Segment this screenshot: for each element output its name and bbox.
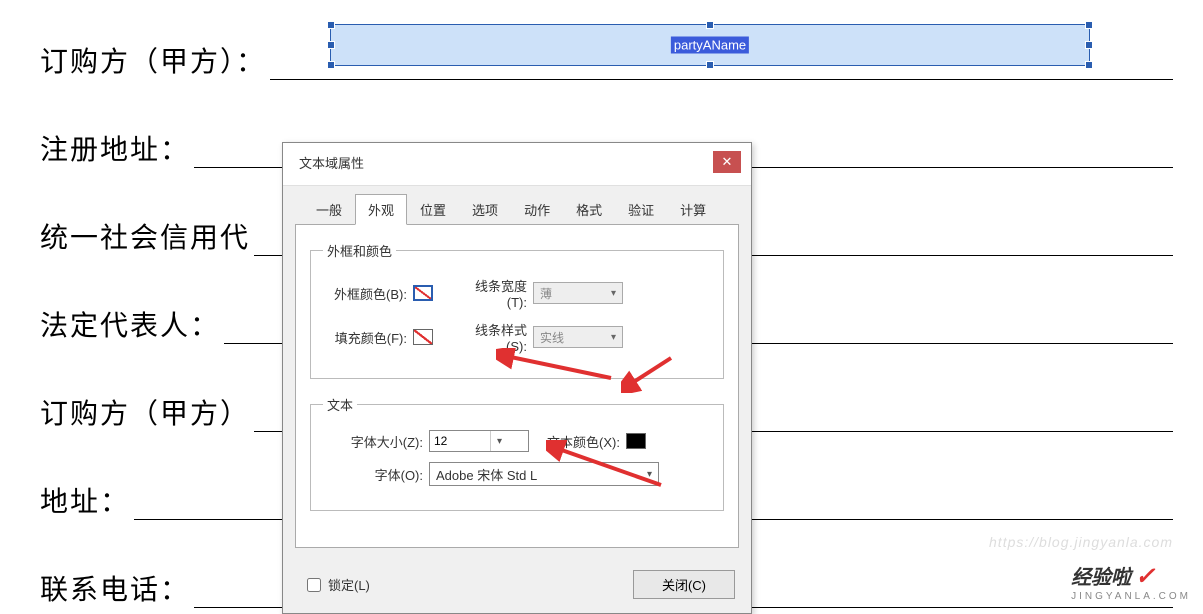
form-label: 统一社会信用代 (40, 216, 250, 256)
line-width-value: 薄 (540, 285, 552, 302)
tab-options[interactable]: 选项 (459, 194, 511, 225)
lock-label-text: 锁定(L) (328, 575, 370, 594)
tab-bar: 一般 外观 位置 选项 动作 格式 验证 计算 (283, 186, 751, 225)
line-width-label: 线条宽度(T): (455, 276, 527, 310)
line-width-select[interactable]: 薄 ▾ (533, 282, 623, 304)
text-field-properties-dialog: 文本域属性 ✕ 一般 外观 位置 选项 动作 格式 验证 计算 外框和颜色 外框… (282, 142, 752, 614)
dialog-titlebar[interactable]: 文本域属性 ✕ (283, 143, 751, 186)
close-button[interactable]: ✕ (713, 151, 741, 173)
dialog-footer: 锁定(L) 关闭(C) (283, 560, 751, 613)
tab-validate[interactable]: 验证 (615, 194, 667, 225)
watermark-text: https://blog.jingyanla.com (989, 534, 1173, 550)
form-label: 联系电话： (40, 568, 190, 608)
tab-panel-appearance: 外框和颜色 外框颜色(B): 线条宽度(T): 薄 ▾ 填充颜色(F): 线条样… (295, 224, 739, 548)
border-color-swatch[interactable] (413, 285, 433, 301)
font-value: Adobe 宋体 Std L (436, 465, 537, 484)
line-style-select[interactable]: 实线 ▾ (533, 326, 623, 348)
form-underline (270, 79, 1173, 80)
border-color-label: 外框颜色(B): (323, 284, 407, 303)
text-color-swatch[interactable] (626, 433, 646, 449)
border-color-group: 外框和颜色 外框颜色(B): 线条宽度(T): 薄 ▾ 填充颜色(F): 线条样… (310, 241, 724, 379)
resize-handle[interactable] (1085, 21, 1093, 29)
chevron-down-icon: ▾ (611, 288, 616, 299)
resize-handle[interactable] (327, 41, 335, 49)
resize-handle[interactable] (1085, 41, 1093, 49)
site-logo: 经验啦✓ JINGYANLA.COM (1071, 561, 1191, 602)
font-size-input[interactable] (430, 431, 490, 451)
font-size-combo[interactable]: ▾ (429, 430, 529, 452)
tab-position[interactable]: 位置 (407, 194, 459, 225)
selected-text-field[interactable]: partyAName (330, 24, 1090, 66)
form-label: 法定代表人： (40, 304, 220, 344)
resize-handle[interactable] (706, 61, 714, 69)
line-style-label: 线条样式(S): (455, 320, 527, 354)
line-style-value: 实线 (540, 329, 564, 346)
tab-actions[interactable]: 动作 (511, 194, 563, 225)
group-legend: 文本 (323, 395, 357, 414)
resize-handle[interactable] (1085, 61, 1093, 69)
text-color-label: 文本颜色(X): (547, 432, 620, 451)
logo-subtext: JINGYANLA.COM (1071, 591, 1191, 602)
close-dialog-button[interactable]: 关闭(C) (633, 570, 735, 599)
font-label: 字体(O): (323, 465, 423, 484)
form-label: 注册地址： (40, 128, 190, 168)
lock-checkbox-label[interactable]: 锁定(L) (303, 575, 370, 595)
chevron-down-icon: ▾ (611, 332, 616, 343)
group-legend: 外框和颜色 (323, 241, 396, 260)
tab-calculate[interactable]: 计算 (667, 194, 719, 225)
tab-appearance[interactable]: 外观 (355, 194, 407, 225)
check-icon: ✓ (1135, 563, 1155, 590)
font-select[interactable]: Adobe 宋体 Std L ▾ (429, 462, 659, 486)
field-name-badge: partyAName (671, 37, 749, 54)
font-size-label: 字体大小(Z): (323, 432, 423, 451)
fill-color-label: 填充颜色(F): (323, 328, 407, 347)
form-label: 订购方（甲方）： (40, 40, 266, 80)
form-label: 订购方（甲方） (40, 392, 250, 432)
resize-handle[interactable] (327, 61, 335, 69)
resize-handle[interactable] (327, 21, 335, 29)
close-icon: ✕ (722, 154, 733, 170)
fill-color-swatch[interactable] (413, 329, 433, 345)
tab-general[interactable]: 一般 (303, 194, 355, 225)
resize-handle[interactable] (706, 21, 714, 29)
lock-checkbox[interactable] (307, 578, 321, 592)
dialog-title-text: 文本域属性 (299, 153, 364, 172)
tab-format[interactable]: 格式 (563, 194, 615, 225)
text-group: 文本 字体大小(Z): ▾ 文本颜色(X): 字体(O): Adobe 宋体 S… (310, 395, 724, 511)
chevron-down-icon: ▾ (647, 469, 652, 480)
logo-text: 经验啦 (1071, 567, 1131, 589)
form-label: 地址： (40, 480, 130, 520)
chevron-down-icon: ▾ (490, 431, 508, 451)
